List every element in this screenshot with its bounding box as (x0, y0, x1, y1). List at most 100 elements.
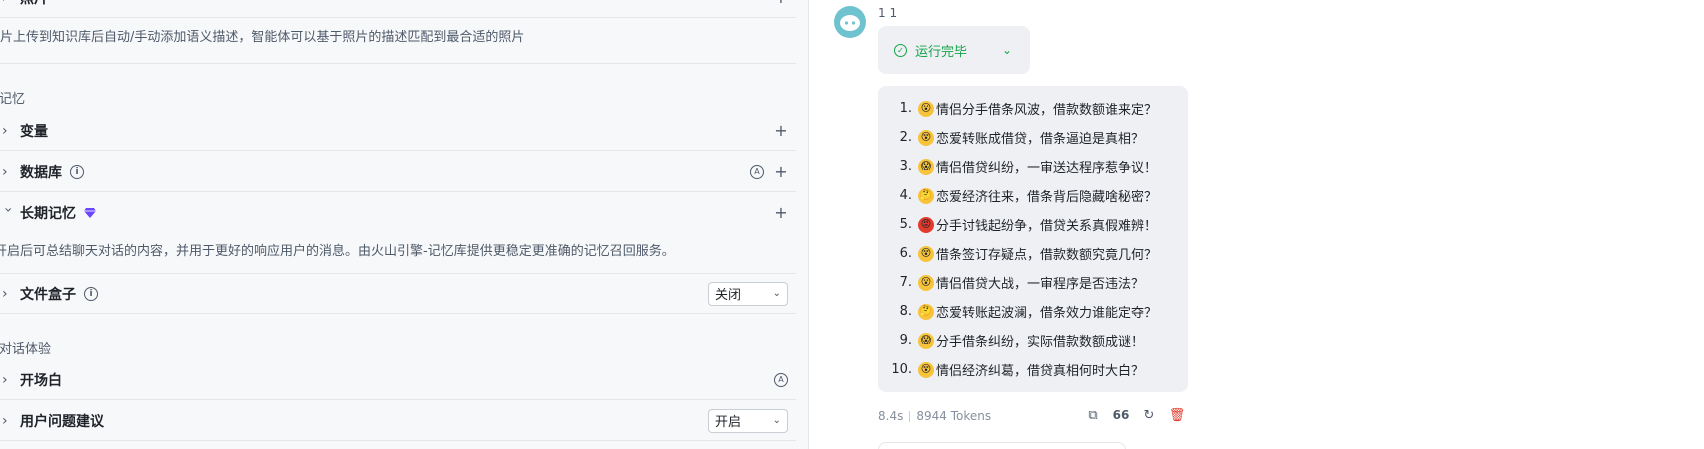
item-number: 8. (899, 304, 912, 319)
trash-icon[interactable]: 🗑 (1169, 408, 1186, 423)
file-box-title: 文件盒子 (20, 286, 76, 303)
item-text: 分手借条纠纷，实际借款数额成谜！ (936, 335, 1145, 350)
suggestions-title: 用户问题建议 (20, 413, 104, 430)
item-number: 7. (899, 275, 912, 290)
add-icon[interactable]: + (774, 0, 788, 5)
token-count: 8944 Tokens (916, 409, 992, 423)
item-text: 恋爱转账起波澜，借条效力谁能定夺？ (936, 306, 1158, 321)
answer-bubble: 1. 😮 情侣分手借条风波，借款数额谁来定？ 2. 😵 恋爱转账成借贷，借条逼迫是真相？ 3… (878, 86, 1188, 392)
add-icon[interactable]: + (774, 163, 788, 179)
suggestions-value: 开启 (715, 415, 742, 430)
item-number: 6. (899, 246, 912, 261)
info-icon[interactable]: i (70, 164, 84, 179)
quote-icon[interactable]: 66 (1113, 408, 1130, 422)
file-box-value: 关闭 (715, 288, 742, 303)
long-memory-title: 长期记忆 (20, 206, 76, 222)
item-number: 5. (899, 217, 912, 232)
answer-list-item: 9. 😱 分手借条纠纷，实际借款数额成谜！ (878, 326, 1188, 355)
emoji-icon: 😱 (918, 332, 934, 349)
divider (0, 63, 796, 64)
emoji-icon: 🤔 (918, 187, 934, 204)
photo-title: 照片 (20, 0, 48, 8)
auto-icon[interactable]: A (774, 372, 788, 387)
chevron-down-icon[interactable]: ⌄ (1002, 43, 1012, 57)
check-circle-icon: ✓ (894, 43, 907, 57)
answer-list-item: 5. 😡 分手讨钱起纷争，借贷关系真假难辨！ (878, 210, 1188, 239)
opening-title: 开场白 (20, 372, 62, 389)
chevron-right-icon[interactable]: › (2, 372, 14, 388)
chevron-down-icon: ⌄ (772, 415, 781, 426)
suggestions-select[interactable]: 开启 ⌄ (708, 408, 788, 433)
auto-icon[interactable]: A (750, 164, 764, 179)
emoji-icon: 😡 (918, 216, 934, 233)
bot-face-icon (840, 15, 860, 31)
item-number: 4. (899, 188, 912, 203)
answer-list-item: 1. 😮 情侣分手借条风波，借款数额谁来定？ (878, 94, 1188, 123)
answer-list-item: 7. 😮 情侣借贷大战，一审程序是否违法？ (878, 268, 1188, 297)
item-text: 情侣经济纠葛，借贷真相何时大白？ (936, 364, 1145, 379)
answer-list-item: 4. 🤔 恋爱经济往来，借条背后隐藏啥秘密？ (878, 181, 1188, 210)
chevron-right-icon[interactable]: › (2, 123, 14, 139)
bot-avatar (834, 6, 866, 38)
long-memory-desc: 开启后可总结聊天对话的内容，并用于更好的响应用户的消息。由火山引擎-记忆库提供更… (0, 244, 675, 259)
chevron-right-icon[interactable]: › (2, 413, 14, 429)
item-text: 恋爱转账成借贷，借条逼迫是真相？ (936, 132, 1145, 147)
item-number: 2. (899, 130, 912, 145)
bot-config-panel: › 照片 + 照片上传到知识库后自动/手动添加语义描述，智能体可以基于照片的描述… (0, 0, 808, 449)
variables-row[interactable]: › 变量 + (0, 111, 796, 151)
message-actions: ⧉ 66 ↻ 🗑 (1086, 408, 1186, 423)
panel-divider (808, 0, 809, 449)
chevron-down-icon: ⌄ (772, 288, 781, 299)
emoji-icon: 🤔 (918, 303, 934, 320)
next-message-box (878, 442, 1126, 449)
long-memory-row[interactable]: › 长期记忆 + (0, 193, 796, 233)
answer-list-item: 8. 🤔 恋爱转账起波澜，借条效力谁能定夺？ (878, 297, 1188, 326)
dialog-section-title: 对话体验 (0, 342, 52, 357)
emoji-icon: 😵 (918, 245, 934, 262)
run-status[interactable]: ✓ 运行完毕 ⌄ (878, 26, 1030, 74)
refresh-icon[interactable]: ↻ (1142, 408, 1156, 423)
answer-list-item: 2. 😵 恋爱转账成借贷，借条逼迫是真相？ (878, 123, 1188, 152)
item-number: 1. (899, 101, 912, 116)
photo-desc: 照片上传到知识库后自动/手动添加语义描述，智能体可以基于照片的描述匹配到最合适的… (0, 30, 525, 45)
status-text: 运行完毕 (915, 44, 968, 60)
item-text: 借条签订存疑点，借款数额究竟几何？ (936, 248, 1158, 263)
emoji-icon: 😵 (918, 129, 934, 146)
chevron-down-icon[interactable]: › (0, 207, 16, 219)
variables-title: 变量 (20, 123, 48, 140)
suggestions-row[interactable]: › 用户问题建议 开启 ⌄ (0, 401, 796, 441)
item-text: 分手讨钱起纷争，借贷关系真假难辨！ (936, 219, 1158, 234)
copy-icon[interactable]: ⧉ (1086, 408, 1100, 423)
emoji-icon: 😱 (918, 158, 934, 175)
photo-row[interactable]: › 照片 + (0, 0, 796, 18)
emoji-icon: 😵 (918, 361, 934, 378)
response-time: 8.4s (878, 409, 904, 423)
item-number: 3. (899, 159, 912, 174)
item-number: 9. (899, 333, 912, 348)
message-meta: 8.4s 8944 Tokens (878, 409, 991, 423)
emoji-icon: 😮 (918, 100, 934, 117)
emoji-icon: 😮 (918, 274, 934, 291)
item-text: 恋爱经济往来，借条背后隐藏啥秘密？ (936, 190, 1158, 205)
premium-gem-icon (84, 208, 96, 218)
file-box-row[interactable]: › 文件盒子 i 关闭 ⌄ (0, 274, 796, 314)
add-icon[interactable]: + (774, 122, 788, 138)
file-box-select[interactable]: 关闭 ⌄ (708, 281, 788, 306)
item-number: 10. (891, 362, 912, 377)
chevron-right-icon[interactable]: › (2, 0, 14, 6)
bot-name: 1 1 (878, 6, 898, 20)
add-icon[interactable]: + (774, 205, 788, 221)
chevron-right-icon[interactable]: › (2, 286, 14, 302)
answer-list-item: 6. 😵 借条签订存疑点，借款数额究竟几何？ (878, 239, 1188, 268)
opening-row[interactable]: › 开场白 A (0, 360, 796, 400)
chevron-right-icon[interactable]: › (2, 164, 14, 180)
meta-separator (909, 410, 911, 422)
database-row[interactable]: › 数据库 i A + (0, 152, 796, 192)
item-text: 情侣借贷纠纷，一审送达程序惹争议！ (936, 161, 1158, 176)
item-text: 情侣借贷大战，一审程序是否违法？ (936, 277, 1145, 292)
answer-list-item: 3. 😱 情侣借贷纠纷，一审送达程序惹争议！ (878, 152, 1188, 181)
info-icon[interactable]: i (84, 286, 98, 301)
answer-list-item: 10. 😵 情侣经济纠葛，借贷真相何时大白？ (878, 355, 1188, 384)
memory-section-title: 记忆 (0, 92, 26, 107)
database-title: 数据库 (20, 164, 62, 181)
